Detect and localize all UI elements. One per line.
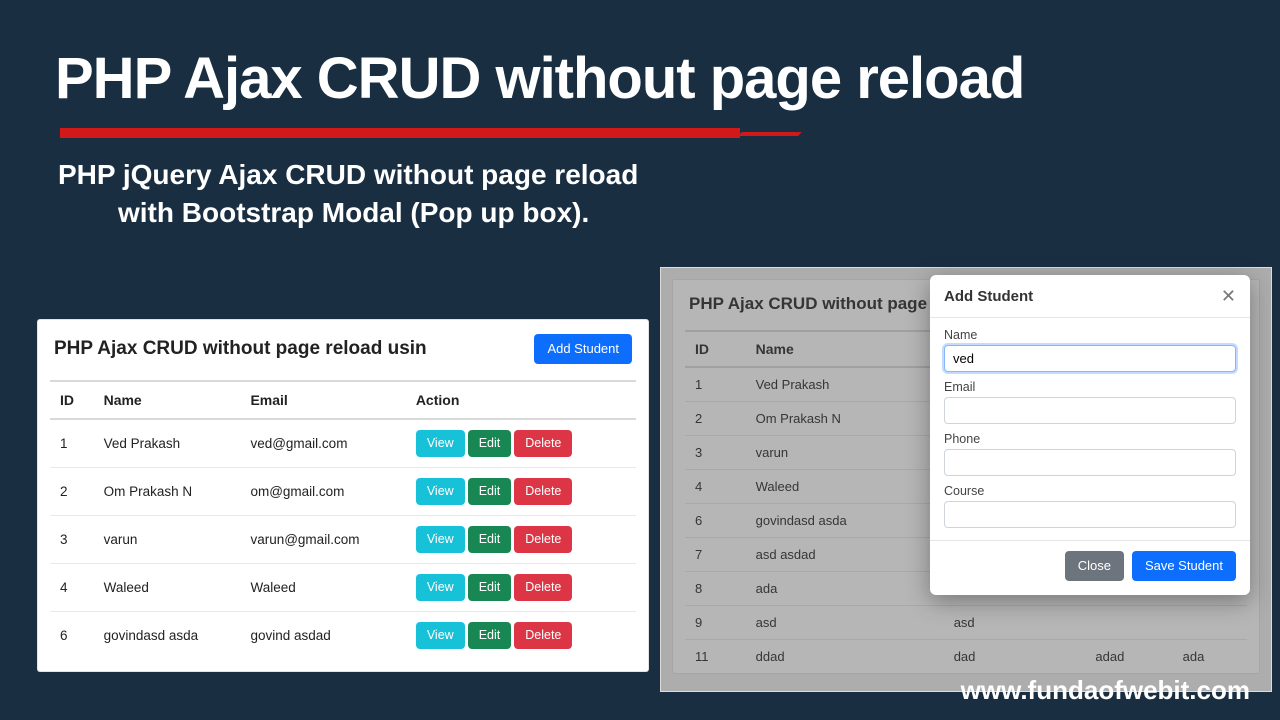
- subtitle-line-1: PHP jQuery Ajax CRUD without page reload: [58, 159, 638, 190]
- table-row: 6govindasd asdagovind asdadViewEditDelet…: [50, 611, 636, 659]
- save-student-button[interactable]: Save Student: [1132, 551, 1236, 581]
- modal-header: Add Student ✕: [930, 275, 1250, 318]
- footer-url: www.fundaofwebit.com: [961, 675, 1250, 706]
- table-row: 2Om Prakash Nom@gmail.comViewEditDelete: [50, 467, 636, 515]
- cell-name: Waleed: [94, 563, 241, 611]
- name-input[interactable]: [944, 345, 1236, 372]
- edit-button[interactable]: Edit: [468, 430, 512, 457]
- course-label: Course: [944, 484, 1236, 498]
- email-input[interactable]: [944, 397, 1236, 424]
- table-row: 3varunvarun@gmail.comViewEditDelete: [50, 515, 636, 563]
- col-email: Email: [240, 381, 405, 419]
- course-input[interactable]: [944, 501, 1236, 528]
- col-action: Action: [406, 381, 636, 419]
- phone-label: Phone: [944, 432, 1236, 446]
- table-row: 4WaleedWaleedViewEditDelete: [50, 563, 636, 611]
- view-button[interactable]: View: [416, 478, 465, 505]
- cell-id: 6: [50, 611, 94, 659]
- col-id: ID: [50, 381, 94, 419]
- cell-actions: ViewEditDelete: [406, 419, 636, 468]
- students-table: ID Name Email Action 1Ved Prakashved@gma…: [50, 380, 636, 659]
- cell-actions: ViewEditDelete: [406, 467, 636, 515]
- accent-rule: [60, 128, 740, 138]
- add-student-button[interactable]: Add Student: [534, 334, 632, 364]
- edit-button[interactable]: Edit: [468, 622, 512, 649]
- cell-actions: ViewEditDelete: [406, 515, 636, 563]
- cell-name: govindasd asda: [94, 611, 241, 659]
- col-name: Name: [94, 381, 241, 419]
- delete-button[interactable]: Delete: [514, 526, 572, 553]
- name-label: Name: [944, 328, 1236, 342]
- delete-button[interactable]: Delete: [514, 478, 572, 505]
- cell-name: Ved Prakash: [94, 419, 241, 468]
- view-button[interactable]: View: [416, 430, 465, 457]
- add-student-modal: Add Student ✕ Name Email Phone Course Cl…: [930, 275, 1250, 595]
- cell-email: Waleed: [240, 563, 405, 611]
- student-list-panel: PHP Ajax CRUD without page reload usin A…: [38, 320, 648, 671]
- delete-button[interactable]: Delete: [514, 622, 572, 649]
- subtitle-line-2: with Bootstrap Modal (Pop up box).: [58, 194, 1280, 232]
- cell-name: varun: [94, 515, 241, 563]
- modal-title: Add Student: [944, 288, 1033, 305]
- edit-button[interactable]: Edit: [468, 526, 512, 553]
- delete-button[interactable]: Delete: [514, 574, 572, 601]
- panel-title: PHP Ajax CRUD without page reload usin: [54, 338, 427, 360]
- cell-actions: ViewEditDelete: [406, 611, 636, 659]
- cell-actions: ViewEditDelete: [406, 563, 636, 611]
- cell-email: varun@gmail.com: [240, 515, 405, 563]
- close-icon[interactable]: ✕: [1221, 287, 1236, 305]
- view-button[interactable]: View: [416, 622, 465, 649]
- view-button[interactable]: View: [416, 526, 465, 553]
- cell-id: 2: [50, 467, 94, 515]
- panel-header: PHP Ajax CRUD without page reload usin A…: [38, 320, 648, 374]
- modal-footer: Close Save Student: [930, 540, 1250, 595]
- edit-button[interactable]: Edit: [468, 478, 512, 505]
- cell-id: 3: [50, 515, 94, 563]
- cell-email: ved@gmail.com: [240, 419, 405, 468]
- table-row: 1Ved Prakashved@gmail.comViewEditDelete: [50, 419, 636, 468]
- cell-id: 1: [50, 419, 94, 468]
- page-title: PHP Ajax CRUD without page reload: [0, 0, 1280, 112]
- view-button[interactable]: View: [416, 574, 465, 601]
- page-subtitle: PHP jQuery Ajax CRUD without page reload…: [0, 138, 1280, 232]
- edit-button[interactable]: Edit: [468, 574, 512, 601]
- cell-name: Om Prakash N: [94, 467, 241, 515]
- modal-body: Name Email Phone Course: [930, 318, 1250, 540]
- close-button[interactable]: Close: [1065, 551, 1124, 581]
- phone-input[interactable]: [944, 449, 1236, 476]
- delete-button[interactable]: Delete: [514, 430, 572, 457]
- cell-email: govind asdad: [240, 611, 405, 659]
- cell-id: 4: [50, 563, 94, 611]
- email-label: Email: [944, 380, 1236, 394]
- cell-email: om@gmail.com: [240, 467, 405, 515]
